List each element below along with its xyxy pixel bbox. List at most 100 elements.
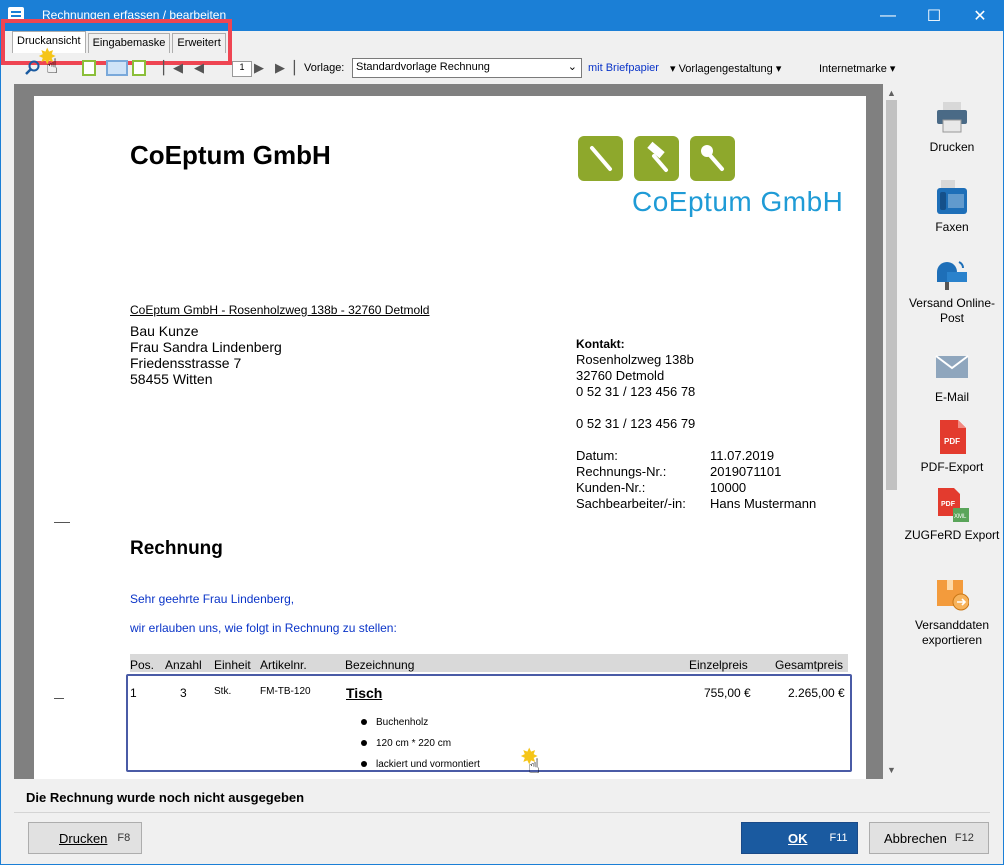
zugferd-export-action-label: ZUGFeRD Export	[904, 528, 1000, 542]
vorlage-select-value: Standardvorlage Rechnung	[356, 61, 490, 73]
status-message: Die Rechnung wurde noch nicht ausgegeben	[26, 790, 305, 805]
meta-value: 2019071101	[710, 464, 782, 479]
online-post-action-label: Versand Online-Post	[908, 296, 996, 325]
minimize-button[interactable]: —	[865, 0, 911, 31]
pdf-icon: PDF	[935, 420, 969, 454]
scroll-up-icon[interactable]: ▲	[887, 88, 896, 98]
sender-line: CoEptum GmbH - Rosenholzweg 138b - 32760…	[130, 303, 430, 317]
wrench-icon	[690, 136, 735, 181]
faxen-action[interactable]: Faxen	[904, 180, 1000, 235]
zugferd-export-action[interactable]: PDF XML ZUGFeRD Export	[904, 488, 1000, 543]
click-cursor-icon: ✸ ☝	[38, 44, 68, 78]
mailbox-icon	[935, 256, 969, 290]
previous-page-icon[interactable]: ◀	[190, 59, 208, 77]
pdf-export-action[interactable]: PDF PDF-Export	[904, 420, 1000, 475]
meta-value: 11.07.2019	[710, 448, 775, 463]
svg-text:PDF: PDF	[944, 437, 960, 446]
table-row[interactable]: 1 3 Stk. FM-TB-120 Tisch 755,00 € 2.265,…	[126, 674, 852, 772]
vorlage-select[interactable]: Standardvorlage Rechnung ⌄	[352, 58, 582, 78]
col-artikelnr: Artikelnr.	[260, 658, 307, 672]
col-einheit: Einheit	[214, 658, 251, 672]
divider	[14, 812, 990, 813]
item-details: Buchenholz 120 cm * 220 cm lackiert und …	[358, 712, 480, 775]
page-view-double-icon[interactable]	[132, 60, 146, 76]
contact-line: 0 52 31 / 123 456 78	[576, 384, 696, 399]
vorlage-label: Vorlage:	[304, 62, 345, 74]
chevron-down-icon: ⌄	[567, 61, 577, 73]
col-anzahl: Anzahl	[165, 658, 202, 672]
svg-text:PDF: PDF	[941, 501, 956, 508]
item-gesamtpreis: 2.265,00 €	[788, 686, 845, 700]
internetmarke-label: Internetmarke	[819, 63, 887, 75]
page-view-single-icon[interactable]	[82, 60, 96, 76]
recipient-line: Frau Sandra Lindenberg	[130, 339, 282, 355]
screwdriver-icon	[578, 136, 623, 181]
close-button[interactable]: ✕	[957, 0, 1003, 31]
item-anzahl: 3	[180, 686, 187, 700]
vorlagengestaltung-label: Vorlagengestaltung	[678, 63, 773, 75]
page-number-input[interactable]: 1	[232, 61, 252, 77]
col-einzelpreis: Einzelpreis	[689, 658, 748, 672]
vorlagengestaltung-menu[interactable]: ▾ Vorlagengestaltung ▾	[670, 62, 781, 75]
meta-row: Datum: 11.07.2019	[576, 448, 816, 464]
email-action[interactable]: E-Mail	[904, 350, 1000, 405]
recipient-line: Friedensstrasse 7	[130, 355, 242, 371]
maximize-button[interactable]: ☐	[911, 0, 957, 31]
next-page-icon[interactable]: ▶	[250, 59, 268, 77]
item-artikelnr: FM-TB-120	[260, 686, 311, 697]
meta-key: Rechnungs-Nr.:	[576, 464, 667, 479]
cancel-shortcut: F12	[954, 832, 974, 844]
printer-icon	[935, 100, 969, 134]
briefpapier-toggle[interactable]: mit Briefpapier	[588, 62, 659, 74]
col-gesamtpreis: Gesamtpreis	[775, 658, 844, 672]
online-post-action[interactable]: Versand Online-Post	[904, 256, 1000, 326]
item-bezeichnung: Tisch	[346, 685, 383, 701]
contact-label: Kontakt:	[576, 337, 625, 351]
ok-button-label: OK	[788, 830, 808, 846]
recipient-line: 58455 Witten	[130, 371, 213, 387]
hand-pointer-icon: ☝	[528, 756, 541, 778]
contact-line: 32760 Detmold	[576, 368, 665, 383]
recipient-address: Bau Kunze Frau Sandra Lindenberg Frieden…	[130, 323, 282, 387]
document-title: Rechnung	[130, 538, 223, 559]
meta-row: Rechnungs-Nr.: 2019071101	[576, 464, 816, 480]
item-einheit: Stk.	[214, 686, 232, 697]
meta-row: Sachbearbeiter/-in: Hans Mustermann	[576, 496, 816, 512]
company-logo: CoEptum GmbH	[578, 136, 858, 220]
page-view-wide-icon[interactable]	[106, 60, 128, 76]
intro-text: wir erlauben uns, wie folgt in Rechnung …	[130, 621, 397, 635]
meta-key: Datum:	[576, 448, 618, 463]
meta-value: 10000	[710, 480, 747, 495]
hammer-icon	[634, 136, 679, 181]
table-header: Pos. Anzahl Einheit Artikelnr. Bezeichnu…	[130, 654, 848, 672]
toolbar: ▏◀ ◀ 1 ▶ ▶▕ Vorlage: Standardvorlage Rec…	[14, 54, 990, 82]
greeting-text: Sehr geehrte Frau Lindenberg,	[130, 592, 295, 606]
fold-mark	[54, 522, 70, 523]
drucken-action[interactable]: Drucken	[904, 100, 1000, 155]
envelope-icon	[935, 350, 969, 384]
last-page-icon[interactable]: ▶▕	[275, 59, 295, 77]
contact-line: 0 52 31 / 123 456 79	[576, 416, 696, 431]
ok-button[interactable]: OK F11	[741, 822, 858, 854]
recipient-line: Bau Kunze	[130, 323, 199, 339]
scroll-down-icon[interactable]: ▼	[887, 765, 896, 775]
pdf-export-action-label: PDF-Export	[920, 460, 984, 474]
contact-line	[576, 400, 695, 416]
print-button-label: Drucken	[59, 830, 108, 846]
internetmarke-menu[interactable]: Internetmarke ▾	[819, 62, 895, 75]
print-button[interactable]: Drucken F8	[28, 822, 142, 854]
faxen-action-label: Faxen	[935, 220, 969, 234]
versanddaten-export-action[interactable]: Versanddaten exportieren	[904, 578, 1000, 648]
vertical-scrollbar[interactable]: ▲ ▼	[883, 84, 900, 779]
cancel-button[interactable]: Abbrechen F12	[869, 822, 989, 854]
drucken-action-label: Drucken	[929, 140, 975, 154]
list-item: lackiert und vormontiert	[358, 754, 480, 775]
scroll-thumb[interactable]	[886, 100, 897, 490]
logo-text: CoEptum GmbH	[632, 186, 844, 217]
print-preview-area[interactable]: CoEptum GmbH CoEptum GmbH CoEptum GmbH -…	[14, 84, 900, 779]
package-export-icon	[935, 578, 970, 612]
list-item: 120 cm * 220 cm	[358, 733, 480, 754]
email-action-label: E-Mail	[934, 390, 969, 404]
col-pos: Pos.	[130, 658, 155, 672]
first-page-icon[interactable]: ▏◀	[163, 59, 183, 77]
